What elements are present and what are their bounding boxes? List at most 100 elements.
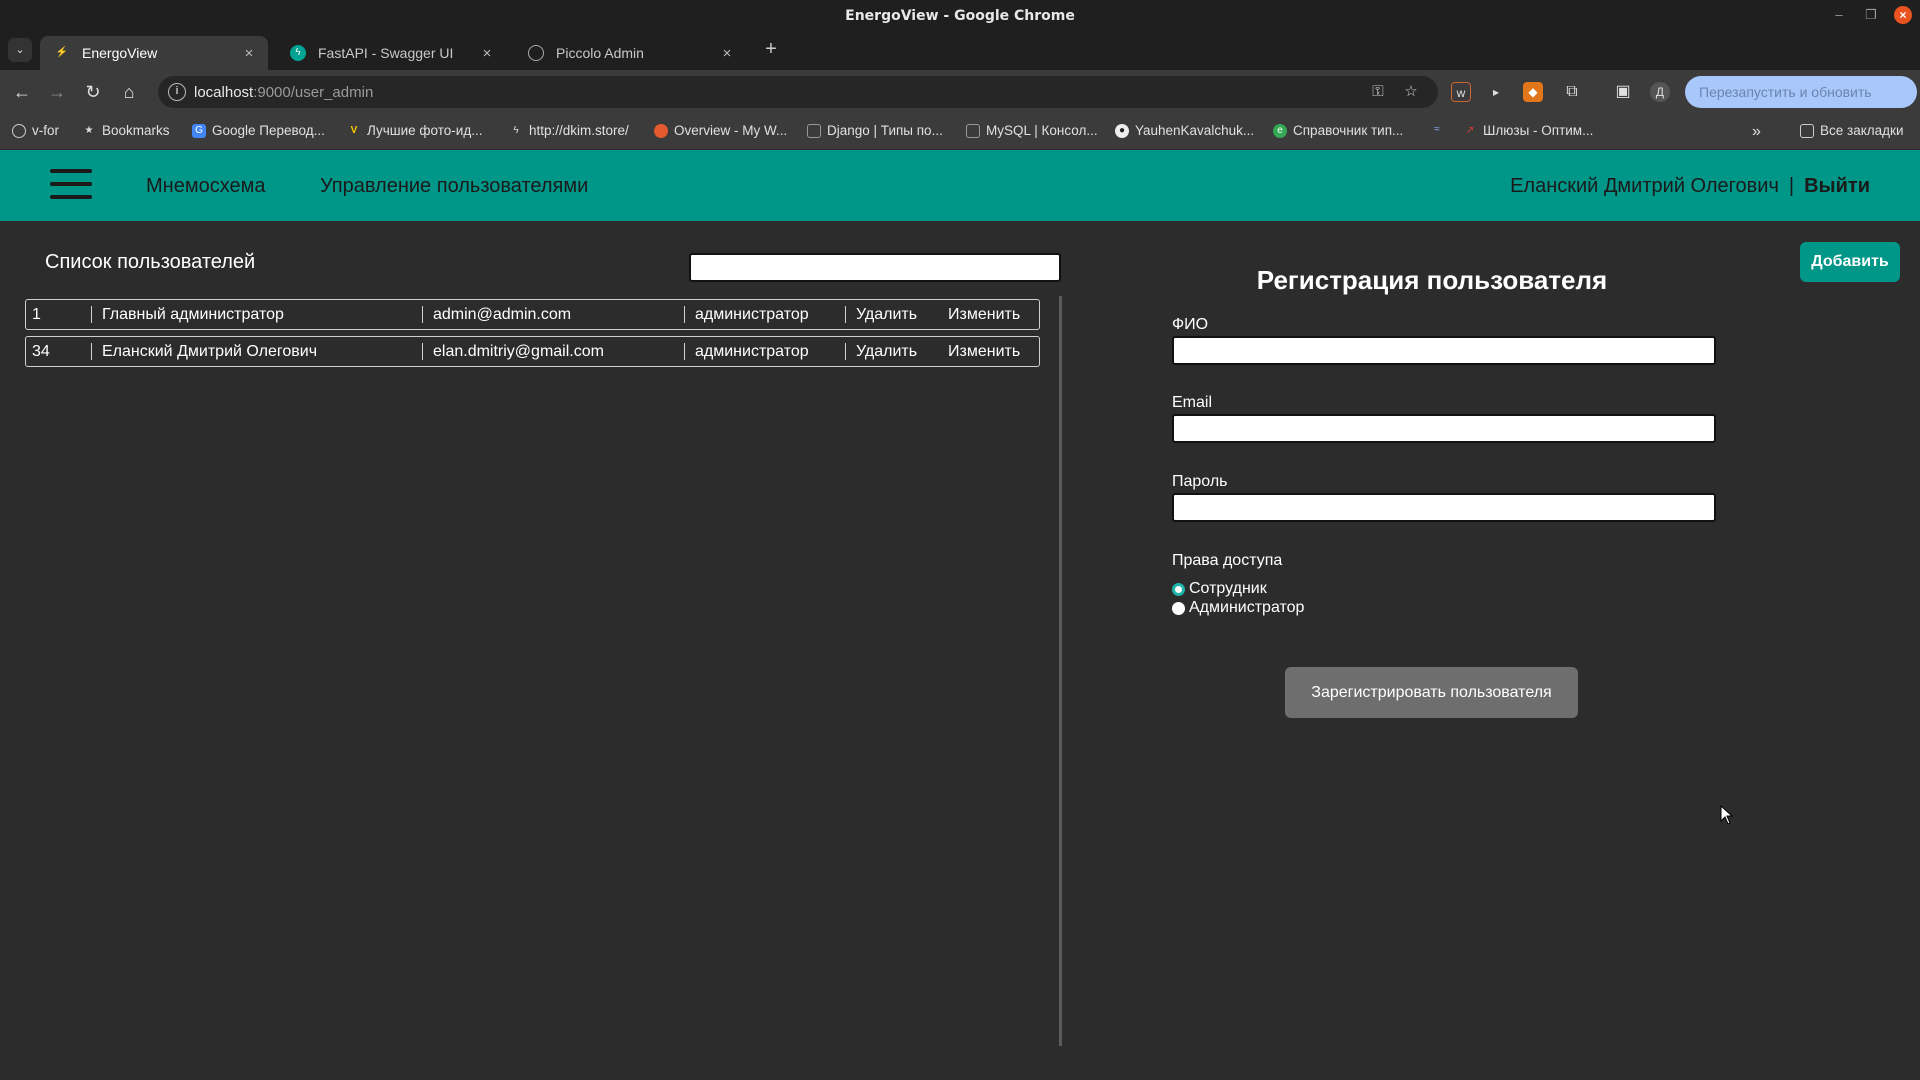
globe-favicon-icon bbox=[528, 45, 544, 61]
email-label: Email bbox=[1172, 394, 1213, 411]
bookmark-v-icon: V bbox=[350, 124, 358, 136]
bookmark-item[interactable]: v-for bbox=[12, 123, 59, 138]
user-role: администратор bbox=[684, 306, 809, 323]
github-icon: ● bbox=[1115, 123, 1129, 138]
site-info-icon[interactable]: i bbox=[168, 83, 186, 101]
browser-toolbar: ← → ↻ ⌂ i localhost:9000/user_admin ⚿ ☆ … bbox=[0, 70, 1920, 114]
bookmark-green-icon: e bbox=[1273, 123, 1287, 138]
energoview-favicon-icon: ⚡ bbox=[55, 47, 69, 58]
minimize-icon[interactable]: – bbox=[1830, 6, 1848, 24]
relaunch-update-button[interactable]: Перезапустить и обновить bbox=[1685, 76, 1917, 108]
register-user-button[interactable]: Зарегистрировать пользователя bbox=[1285, 667, 1578, 718]
more-bookmarks-icon[interactable]: » bbox=[1752, 123, 1761, 141]
bookmark-item[interactable]: Django | Типы по... bbox=[807, 123, 943, 138]
user-separator: | bbox=[1788, 175, 1795, 197]
bookmark-item[interactable]: G Google Перевод... bbox=[192, 123, 325, 138]
password-label: Пароль bbox=[1172, 473, 1228, 490]
maximize-icon[interactable]: ❐ bbox=[1862, 6, 1880, 24]
close-tab-icon[interactable]: × bbox=[718, 45, 736, 62]
new-tab-icon[interactable]: + bbox=[760, 38, 782, 60]
user-email: elan.dmitriy@gmail.com bbox=[422, 343, 604, 360]
page-icon bbox=[966, 123, 980, 138]
user-list-title: Список пользователей bbox=[45, 251, 256, 273]
bookmark-item[interactable]: ● YauhenKavalchuk... bbox=[1115, 123, 1254, 138]
user-role: администратор bbox=[684, 343, 809, 360]
tab-strip: ⌄ ⚡ EnergoView × ϟ FastAPI - Swagger UI … bbox=[0, 30, 1920, 70]
user-email: admin@admin.com bbox=[422, 306, 571, 323]
main-content: Список пользователей Добавить 1 Главный … bbox=[0, 221, 1920, 1080]
address-bar[interactable]: i localhost:9000/user_admin ⚿ ☆ bbox=[158, 76, 1438, 108]
email-input[interactable] bbox=[1172, 414, 1716, 443]
delete-user-button[interactable]: Удалить bbox=[845, 343, 917, 360]
bookmarks-bar: v-for ★ Bookmarks G Google Перевод... V Луч… bbox=[0, 114, 1920, 150]
bookmark-item[interactable]: ★ Bookmarks bbox=[82, 123, 170, 138]
registration-title: Регистрация пользователя bbox=[1256, 265, 1608, 295]
access-rights-label: Права доступа bbox=[1172, 552, 1283, 569]
page-icon bbox=[807, 123, 821, 138]
metamask-icon[interactable]: ◆ bbox=[1523, 82, 1543, 102]
close-tab-icon[interactable]: × bbox=[478, 45, 496, 62]
user-id: 1 bbox=[32, 306, 41, 323]
current-user-name: Еланский Дмитрий Олегович bbox=[1510, 175, 1779, 197]
app-header: Мнемосхема Управление пользователями Ела… bbox=[0, 150, 1920, 221]
bookmark-item[interactable]: ≈ bbox=[1430, 123, 1450, 137]
radio-checked-icon[interactable] bbox=[1172, 582, 1185, 596]
delete-user-button[interactable]: Удалить bbox=[845, 306, 917, 323]
logout-link[interactable]: Выйти bbox=[1804, 175, 1870, 197]
bookmark-item[interactable]: V Лучшие фото-ид... bbox=[347, 123, 483, 138]
tab-search-icon[interactable]: ⌄ bbox=[8, 38, 32, 62]
url-text[interactable]: localhost:9000/user_admin bbox=[194, 84, 373, 101]
fastapi-favicon-icon: ϟ bbox=[290, 45, 306, 61]
edit-user-button[interactable]: Изменить bbox=[948, 300, 1020, 329]
radio-unchecked-icon[interactable] bbox=[1172, 601, 1185, 615]
user-row: 1 Главный администратор admin@admin.com … bbox=[25, 299, 1040, 330]
reload-icon[interactable]: ↻ bbox=[81, 80, 105, 104]
password-input[interactable] bbox=[1172, 493, 1716, 522]
bookmark-star-icon[interactable]: ☆ bbox=[1401, 82, 1421, 102]
password-key-icon[interactable]: ⚿ bbox=[1368, 82, 1388, 102]
fio-input[interactable] bbox=[1172, 336, 1716, 365]
menu-icon[interactable] bbox=[50, 169, 92, 201]
side-panel-icon[interactable]: ▣ bbox=[1613, 82, 1633, 102]
panel-divider bbox=[1059, 296, 1062, 1046]
nav-mnemo[interactable]: Мнемосхема bbox=[146, 175, 265, 198]
profile-avatar-icon[interactable]: Д bbox=[1650, 82, 1670, 102]
edit-user-button[interactable]: Изменить bbox=[948, 337, 1020, 366]
bookmark-item[interactable]: ↗ Шлюзы - Оптим... bbox=[1463, 123, 1594, 138]
add-user-button[interactable]: Добавить bbox=[1800, 242, 1900, 282]
extensions-puzzle-icon[interactable]: ⧉ bbox=[1562, 82, 1582, 102]
nav-user-management[interactable]: Управление пользователями bbox=[320, 175, 588, 198]
window-titlebar: EnergoView - Google Chrome – ❐ × bbox=[0, 0, 1920, 30]
user-id: 34 bbox=[32, 343, 50, 360]
fio-label: ФИО bbox=[1172, 316, 1209, 333]
home-icon[interactable]: ⌂ bbox=[117, 80, 141, 104]
close-tab-icon[interactable]: × bbox=[240, 45, 258, 62]
mouse-cursor-icon bbox=[1720, 805, 1734, 825]
tab-piccolo-admin[interactable]: Piccolo Admin × bbox=[514, 36, 746, 70]
tab-energoview[interactable]: ⚡ EnergoView × bbox=[40, 36, 268, 70]
back-icon[interactable]: ← bbox=[10, 80, 34, 104]
user-name: Главный администратор bbox=[91, 306, 284, 323]
tab-label: FastAPI - Swagger UI bbox=[318, 45, 454, 61]
bookmark-wave-icon: ≈ bbox=[1434, 124, 1440, 135]
user-search-input[interactable] bbox=[689, 253, 1061, 282]
forward-icon[interactable]: → bbox=[45, 80, 69, 104]
role-admin-option[interactable]: Администратор bbox=[1172, 599, 1304, 617]
bookmark-item[interactable]: ϟ http://dkim.store/ bbox=[509, 123, 628, 138]
bookmark-item[interactable]: MySQL | Консол... bbox=[966, 123, 1098, 138]
tab-fastapi[interactable]: ϟ FastAPI - Swagger UI × bbox=[276, 36, 506, 70]
globe-icon bbox=[12, 123, 26, 138]
bookmark-chart-icon: ↗ bbox=[1465, 124, 1475, 136]
role-employee-option[interactable]: Сотрудник bbox=[1172, 580, 1267, 598]
folder-icon bbox=[1800, 123, 1814, 138]
bookmark-item[interactable]: Overview - My W... bbox=[654, 123, 787, 138]
bookmark-item[interactable]: e Справочник тип... bbox=[1273, 123, 1403, 138]
close-window-icon[interactable]: × bbox=[1894, 6, 1912, 24]
bookmark-bolt-icon: ϟ bbox=[513, 124, 519, 136]
google-translate-icon: G bbox=[192, 123, 206, 138]
bookmark-circle-icon bbox=[654, 123, 668, 138]
extension-w-icon[interactable]: w bbox=[1451, 82, 1471, 102]
extension-play-icon[interactable]: ▸ bbox=[1486, 82, 1506, 102]
user-name: Еланский Дмитрий Олегович bbox=[91, 343, 317, 360]
all-bookmarks[interactable]: Все закладки bbox=[1800, 123, 1903, 138]
